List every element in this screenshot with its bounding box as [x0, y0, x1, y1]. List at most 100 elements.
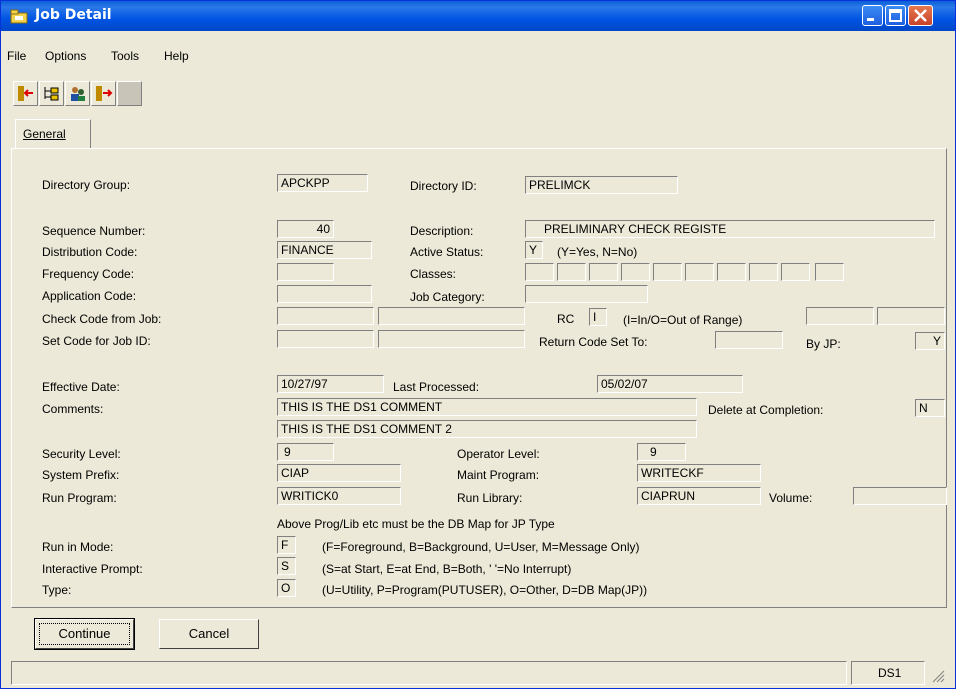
- security-level-field[interactable]: 9: [277, 443, 334, 461]
- comment-line-1-field[interactable]: THIS IS THE DS1 COMMENT: [277, 398, 697, 416]
- run-in-mode-field[interactable]: F: [277, 536, 296, 554]
- rc-hint: (I=In/O=Out of Range): [623, 313, 743, 327]
- status-bar: DS1: [11, 661, 945, 685]
- class-field-7[interactable]: [717, 263, 746, 281]
- operator-level-field[interactable]: 9: [637, 443, 686, 461]
- security-level-label: Security Level:: [42, 447, 121, 461]
- range-high-field[interactable]: [877, 307, 945, 325]
- active-status-label: Active Status:: [410, 245, 484, 259]
- door-exit-icon: [18, 86, 33, 101]
- directory-group-label: Directory Group:: [42, 178, 131, 192]
- comment-line-2-field[interactable]: THIS IS THE DS1 COMMENT 2: [277, 420, 697, 438]
- check-code-label: Check Code from Job:: [42, 312, 162, 326]
- system-prefix-field[interactable]: CIAP: [277, 464, 401, 482]
- cancel-button[interactable]: Cancel: [159, 619, 259, 649]
- close-button[interactable]: [908, 5, 933, 26]
- delete-at-completion-label: Delete at Completion:: [708, 403, 824, 417]
- job-detail-window: Job Detail File Options Tools Help Gener…: [0, 0, 956, 689]
- interactive-prompt-field[interactable]: S: [277, 557, 296, 575]
- set-code-field-2[interactable]: [378, 330, 525, 348]
- effective-date-label: Effective Date:: [42, 380, 120, 394]
- run-library-label: Run Library:: [457, 491, 523, 505]
- by-jp-field[interactable]: Y: [915, 332, 945, 350]
- job-category-label: Job Category:: [410, 290, 485, 304]
- directory-group-field[interactable]: APCKPP: [277, 174, 368, 192]
- users-icon: [71, 87, 85, 101]
- rc-label: RC: [557, 312, 575, 326]
- interactive-prompt-label: Interactive Prompt:: [42, 562, 143, 576]
- description-label: Description:: [410, 224, 474, 238]
- maint-program-label: Maint Program:: [457, 468, 540, 482]
- tab-general[interactable]: General: [15, 119, 91, 149]
- sequence-number-label: Sequence Number:: [42, 224, 146, 238]
- by-jp-label: By JP:: [806, 337, 841, 351]
- system-prefix-label: System Prefix:: [42, 468, 120, 482]
- range-low-field[interactable]: [806, 307, 874, 325]
- maximize-button[interactable]: [885, 5, 906, 26]
- tree-button[interactable]: [39, 81, 64, 106]
- job-category-field[interactable]: [525, 285, 648, 303]
- directory-id-field[interactable]: PRELIMCK: [525, 176, 678, 194]
- class-field-3[interactable]: [589, 263, 618, 281]
- volume-label: Volume:: [769, 491, 813, 505]
- return-code-set-label: Return Code Set To:: [539, 335, 648, 349]
- sequence-number-field[interactable]: 40: [277, 220, 334, 238]
- exit-left-button[interactable]: [13, 81, 38, 106]
- distribution-code-field[interactable]: FINANCE: [277, 241, 372, 259]
- class-field-8[interactable]: [749, 263, 778, 281]
- app-icon: [10, 9, 28, 24]
- resize-grip-icon[interactable]: [931, 669, 945, 683]
- menu-bar: File Options Tools Help: [1, 45, 955, 67]
- effective-date-field[interactable]: 10/27/97: [277, 375, 384, 393]
- run-in-mode-hint: (F=Foreground, B=Background, U=User, M=M…: [322, 540, 640, 554]
- general-panel: [11, 148, 947, 608]
- return-code-set-field[interactable]: [715, 331, 783, 349]
- description-field[interactable]: PRELIMINARY CHECK REGISTE: [525, 220, 935, 238]
- users-button[interactable]: [65, 81, 90, 106]
- cancel-button-label: Cancel: [188, 626, 230, 641]
- run-library-field[interactable]: CIAPRUN: [637, 487, 761, 505]
- set-code-label: Set Code for Job ID:: [42, 334, 151, 348]
- application-code-field[interactable]: [277, 285, 372, 303]
- minimize-icon: [867, 18, 874, 21]
- set-code-field-1[interactable]: [277, 330, 374, 348]
- continue-button[interactable]: Continue: [34, 618, 135, 650]
- menu-tools[interactable]: Tools: [111, 49, 139, 63]
- title-bar: Job Detail: [1, 1, 955, 31]
- db-map-note: Above Prog/Lib etc must be the DB Map fo…: [277, 517, 555, 531]
- run-program-field[interactable]: WRITICK0: [277, 487, 401, 505]
- class-field-4[interactable]: [621, 263, 650, 281]
- run-program-label: Run Program:: [42, 491, 117, 505]
- disabled-toolbar-button[interactable]: [117, 81, 142, 106]
- frequency-code-field[interactable]: [277, 263, 334, 281]
- type-field[interactable]: O: [277, 579, 296, 597]
- menu-options[interactable]: Options: [45, 49, 86, 63]
- check-code-field-1[interactable]: [277, 307, 374, 325]
- class-field-10[interactable]: [815, 263, 844, 281]
- exit-right-button[interactable]: [91, 81, 116, 106]
- rc-field[interactable]: I: [589, 308, 607, 326]
- class-field-9[interactable]: [781, 263, 810, 281]
- class-field-1[interactable]: [525, 263, 554, 281]
- delete-at-completion-field[interactable]: N: [915, 399, 945, 417]
- tree-icon: [44, 87, 59, 101]
- directory-id-label: Directory ID:: [410, 179, 477, 193]
- operator-level-label: Operator Level:: [457, 447, 540, 461]
- last-processed-label: Last Processed:: [393, 380, 480, 394]
- maint-program-field[interactable]: WRITECKF: [637, 464, 761, 482]
- frequency-code-label: Frequency Code:: [42, 267, 135, 281]
- class-field-5[interactable]: [653, 263, 682, 281]
- menu-file[interactable]: File: [7, 49, 26, 63]
- tab-general-label: General: [23, 127, 66, 141]
- volume-field[interactable]: [853, 487, 947, 505]
- last-processed-field[interactable]: 05/02/07: [597, 375, 743, 393]
- minimize-button[interactable]: [862, 5, 883, 26]
- check-code-field-2[interactable]: [378, 307, 525, 325]
- class-field-2[interactable]: [557, 263, 586, 281]
- door-enter-icon: [96, 86, 113, 101]
- active-status-field[interactable]: Y: [525, 241, 543, 259]
- menu-help[interactable]: Help: [164, 49, 189, 63]
- class-field-6[interactable]: [685, 263, 714, 281]
- window-title: Job Detail: [35, 7, 112, 23]
- interactive-prompt-hint: (S=at Start, E=at End, B=Both, ' '=No In…: [322, 562, 572, 576]
